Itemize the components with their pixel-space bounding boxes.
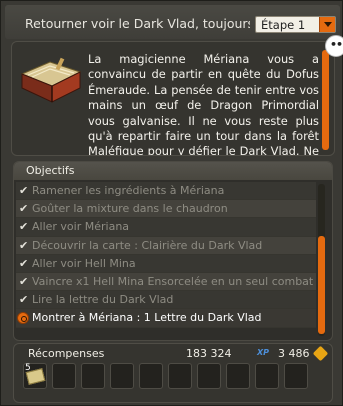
reward-slot[interactable]	[284, 363, 308, 389]
objectives-list: ✔ Ramener les ingrédients à Mériana ✔ Goût…	[16, 182, 316, 328]
open-book-icon	[20, 57, 82, 103]
check-icon: ✔	[19, 274, 29, 288]
objectives-scroll-thumb[interactable]	[318, 236, 325, 334]
objective-row: ✔ Vaincre x1 Hell Mina Ensorcelée en un s…	[16, 272, 316, 292]
objective-row: ✔ Lire la lettre du Dark Vlad	[16, 291, 316, 310]
step-selected-label: Étape 1	[261, 18, 306, 32]
description-scroll-thumb[interactable]	[322, 50, 329, 150]
objective-row-active[interactable]: Montrer à Mériana : 1 Lettre du Dark Vla…	[16, 309, 316, 328]
reward-slot[interactable]	[226, 363, 250, 389]
rewards-section: Récompenses 183 324 XP 3 486 5	[13, 343, 333, 403]
xp-icon: XP	[257, 348, 270, 357]
description-scrollbar[interactable]	[322, 50, 329, 150]
reward-slot[interactable]	[81, 363, 105, 389]
objectives-title: Objectifs	[26, 164, 75, 177]
check-icon: ✔	[19, 220, 29, 234]
objective-label: Aller voir Mériana	[32, 220, 130, 234]
objective-label: Aller voir Hell Mina	[32, 256, 136, 270]
reward-slot[interactable]	[52, 363, 76, 389]
bubble-dots: •••	[330, 38, 343, 51]
objective-row: ✔ Goûter la mixture dans le chaudron	[16, 200, 316, 219]
description-text: La magicienne Mériana vous a convaincu d…	[88, 52, 319, 155]
objective-row: ✔ Aller voir Hell Mina	[16, 254, 316, 273]
check-icon: ✔	[19, 238, 29, 252]
check-icon: ✔	[19, 184, 29, 197]
objectives-scrollbar[interactable]	[318, 184, 325, 336]
chevron-down-icon[interactable]	[319, 17, 335, 32]
reward-slot[interactable]	[110, 363, 134, 389]
reward-slot[interactable]: 5	[23, 363, 47, 389]
objective-label: Ramener les ingrédients à Mériana	[32, 184, 225, 197]
quest-description: La magicienne Mériana vous a convaincu d…	[11, 41, 335, 156]
reward-slot[interactable]	[255, 363, 279, 389]
objective-row: ✔ Aller voir Mériana	[16, 218, 316, 237]
step-dropdown[interactable]: Étape 1	[255, 16, 336, 33]
check-icon: ✔	[19, 256, 29, 270]
letter-item-icon	[25, 368, 46, 385]
objective-label: Lire la lettre du Dark Vlad	[32, 293, 174, 307]
objectives-section: Objectifs ✔ Ramener les ingrédients à Mér…	[13, 161, 333, 341]
check-icon: ✔	[19, 202, 29, 216]
rewards-title: Récompenses	[28, 347, 105, 360]
reward-slot[interactable]	[168, 363, 192, 389]
reward-slot[interactable]	[139, 363, 163, 389]
reward-slot[interactable]	[197, 363, 221, 389]
quest-panel: Retourner voir le Dark Vlad, toujours ..…	[0, 0, 343, 406]
xp-value: 183 324	[186, 347, 232, 360]
chat-bubble-icon[interactable]: •••	[325, 35, 343, 57]
quest-title: Retourner voir le Dark Vlad, toujours ..…	[25, 16, 250, 31]
quest-header: Retourner voir le Dark Vlad, toujours ..…	[5, 5, 340, 39]
objective-row: ✔ Ramener les ingrédients à Mériana	[16, 182, 316, 201]
kamas-icon	[312, 345, 329, 362]
objective-label: Montrer à Mériana : 1 Lettre du Dark Vla…	[32, 311, 262, 325]
kamas-value: 3 486	[278, 347, 310, 360]
objective-label: Goûter la mixture dans le chaudron	[32, 202, 228, 216]
objective-label: Découvrir la carte : Clairière du Dark V…	[32, 238, 263, 252]
objective-row: ✔ Découvrir la carte : Clairière du Dark …	[16, 236, 316, 255]
objectives-header: Objectifs	[14, 162, 332, 180]
check-icon: ✔	[19, 293, 29, 307]
objective-label: Vaincre x1 Hell Mina Ensorcelée en un se…	[32, 274, 314, 288]
objective-marker-icon[interactable]	[17, 312, 29, 325]
